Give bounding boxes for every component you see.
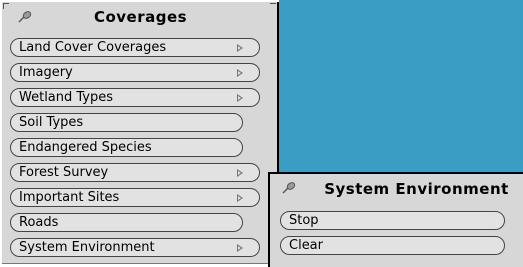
menu-item-label: Wetland Types <box>19 90 114 105</box>
menu-item-forest-survey[interactable]: Forest Survey <box>10 163 260 182</box>
cascade-arrow-icon <box>237 169 243 177</box>
menu-item-wetland-types[interactable]: Wetland Types <box>10 88 260 107</box>
menu-item-label: Stop <box>289 213 319 228</box>
menu-item-label: Roads <box>19 215 59 230</box>
cascade-arrow-icon <box>237 94 243 102</box>
menu-item-imagery[interactable]: Imagery <box>10 63 260 82</box>
menu-item-label: Imagery <box>19 65 73 80</box>
system-environment-menu-title: System Environment <box>324 180 509 198</box>
coverages-menu: Coverages Land Cover Coverages Imagery W… <box>2 2 279 264</box>
cascade-arrow-icon <box>237 69 243 77</box>
menu-item-stop[interactable]: Stop <box>280 211 505 230</box>
menu-item-clear[interactable]: Clear <box>280 236 505 255</box>
menu-item-land-cover-coverages[interactable]: Land Cover Coverages <box>10 38 260 57</box>
menu-item-roads[interactable]: Roads <box>10 213 243 232</box>
coverages-menu-titlebar: Coverages <box>2 2 277 32</box>
menu-item-soil-types[interactable]: Soil Types <box>10 113 243 132</box>
workspace-canvas[interactable] <box>279 0 523 182</box>
cascade-arrow-icon <box>237 194 243 202</box>
menu-item-label: Soil Types <box>19 115 84 130</box>
menu-item-label: Clear <box>289 238 323 253</box>
menu-item-label: Land Cover Coverages <box>19 40 167 55</box>
menu-item-endangered-species[interactable]: Endangered Species <box>10 138 243 157</box>
system-environment-menu: System Environment Stop Clear <box>268 172 523 267</box>
menu-item-label: Endangered Species <box>19 140 152 155</box>
menu-item-system-environment[interactable]: System Environment <box>10 238 260 257</box>
menu-item-label: Forest Survey <box>19 165 109 180</box>
menu-item-label: System Environment <box>19 240 155 255</box>
coverages-menu-title: Coverages <box>93 8 188 26</box>
cascade-arrow-icon <box>237 44 243 52</box>
menu-item-important-sites[interactable]: Important Sites <box>10 188 260 207</box>
menu-item-label: Important Sites <box>19 190 120 205</box>
cascade-arrow-icon <box>237 244 243 252</box>
